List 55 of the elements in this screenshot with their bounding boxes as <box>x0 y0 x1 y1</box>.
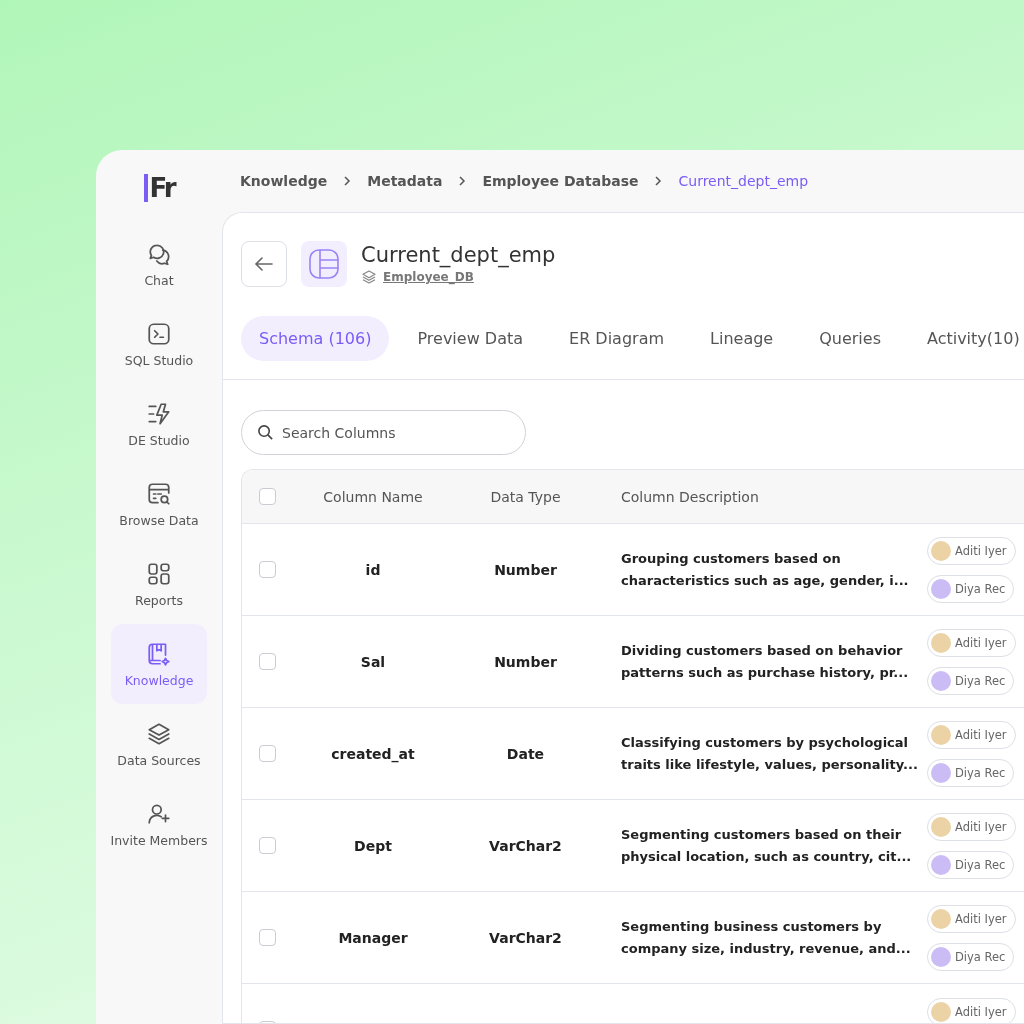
sidebar-item[interactable]: Reports <box>111 544 207 624</box>
description-text: Classifying customers by psychological traits like lifestyle, values, personality... <box>621 733 918 774</box>
table-cell-text: created_at <box>330 745 416 762</box>
sidebar-item[interactable]: Invite Members <box>111 784 207 864</box>
breadcrumb-link[interactable]: Employee Database <box>482 173 639 189</box>
search-icon <box>257 424 274 441</box>
table-cell-text: Dept <box>353 837 393 854</box>
table-cell-text: VarChar2 <box>488 837 563 854</box>
tab[interactable]: Queries <box>801 316 899 361</box>
book-sparkle-icon <box>146 640 172 667</box>
layers-icon <box>361 269 377 285</box>
tab[interactable]: Preview Data <box>399 316 541 361</box>
sidebar-item[interactable]: Browse Data <box>111 464 207 544</box>
table-cell-text: Number <box>493 561 558 578</box>
checkbox[interactable] <box>259 745 276 762</box>
terminal-icon <box>146 320 172 347</box>
column-header: Column Name <box>322 488 424 505</box>
sidebar-item[interactable]: SQL Studio <box>111 304 207 384</box>
table-icon <box>301 241 347 287</box>
tab[interactable]: Activity(10) <box>908 316 1024 361</box>
sidebar-item[interactable]: DE Studio <box>111 384 207 464</box>
database-link[interactable]: Employee_DB <box>383 270 474 284</box>
grid-icon <box>146 560 172 587</box>
checkbox[interactable] <box>259 561 276 578</box>
lightning-icon <box>146 400 172 427</box>
table-cell-text: Date <box>505 745 546 762</box>
checkbox[interactable] <box>259 837 276 854</box>
description-text: Segmenting customers based on their physical location, such as country, cit... <box>621 825 912 866</box>
tab[interactable]: Schema (106) <box>241 316 390 361</box>
breadcrumb-link[interactable]: Knowledge <box>240 173 328 189</box>
checkbox[interactable] <box>259 929 276 946</box>
sidebar-item[interactable]: Knowledge <box>111 624 207 704</box>
description-text: Dividing customers based on behavior patterns such as purchase history, pr... <box>621 641 909 682</box>
breadcrumb-link[interactable]: Metadata <box>367 173 443 189</box>
sidebar-item[interactable]: Data Sources <box>111 704 207 784</box>
column-header: Column Description <box>620 488 760 505</box>
tab[interactable]: Lineage <box>692 316 792 361</box>
table-cell-text: Sal <box>359 653 387 670</box>
description-text: Segmenting business customers by company size, industry, revenue, and... <box>621 917 911 958</box>
back-button[interactable] <box>241 241 287 287</box>
column-header: Data Type <box>489 488 562 505</box>
description-text: Grouping customers based on characteristics such as age, gender, i... <box>621 549 909 590</box>
search-field[interactable]: Search Columns <box>241 410 526 455</box>
page-title: Current_dept_emp <box>361 243 556 267</box>
table-cell-text: Manager <box>337 929 409 946</box>
checkbox[interactable] <box>259 488 276 505</box>
breadcrumb-link[interactable]: Current_dept_emp <box>678 173 809 189</box>
table-cell-text: id <box>364 561 382 578</box>
calendar-search-icon <box>146 480 172 507</box>
checkbox[interactable] <box>259 653 276 670</box>
table-cell-text: Number <box>493 653 558 670</box>
table-cell-text: VarChar2 <box>488 929 563 946</box>
tab[interactable]: ER Diagram <box>551 316 683 361</box>
logo: Fr <box>143 174 175 202</box>
sidebar-item[interactable]: Chat <box>111 224 207 304</box>
